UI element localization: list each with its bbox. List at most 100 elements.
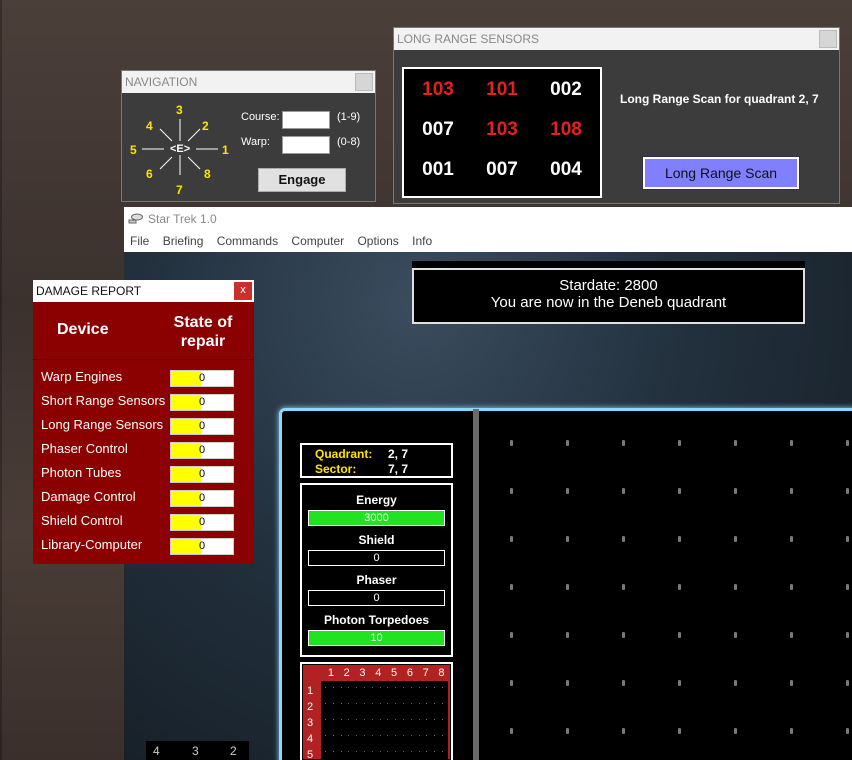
minimap-col-label: 2 bbox=[343, 667, 350, 679]
minimap-dot bbox=[364, 735, 365, 736]
minimap-dot bbox=[325, 751, 326, 752]
minimap-grid[interactable] bbox=[321, 681, 448, 759]
screen-divider bbox=[473, 409, 479, 760]
compass-7[interactable]: 7 bbox=[176, 183, 183, 197]
minimap-dot bbox=[348, 719, 350, 720]
sector-dot bbox=[734, 488, 737, 494]
damage-close-button[interactable]: x bbox=[234, 282, 252, 300]
sector-dot bbox=[678, 584, 681, 590]
damage-device-label: Short Range Sensors bbox=[41, 393, 166, 408]
quadrant-label: Quadrant: bbox=[315, 447, 373, 461]
compass-3[interactable]: 3 bbox=[176, 103, 183, 117]
compass-1[interactable]: 1 bbox=[222, 143, 229, 157]
minimap-dot bbox=[379, 687, 381, 688]
minimap-dot bbox=[395, 751, 397, 752]
damage-repair-fill bbox=[171, 419, 201, 434]
location-panel: Quadrant: 2, 7 Sector: 7, 7 bbox=[300, 443, 453, 478]
lrs-window-button[interactable] bbox=[819, 30, 837, 48]
sector-dot bbox=[846, 680, 849, 686]
compass-5[interactable]: 5 bbox=[130, 143, 137, 157]
sector-dot bbox=[846, 488, 849, 494]
minimap-dot bbox=[356, 735, 358, 736]
menu-info[interactable]: Info bbox=[412, 234, 432, 248]
minimap-dot bbox=[356, 687, 358, 688]
menu-computer[interactable]: Computer bbox=[291, 234, 344, 248]
minimap-dot bbox=[410, 687, 412, 688]
minimap-dot bbox=[387, 703, 389, 704]
damage-repair-text: 0 bbox=[198, 516, 206, 528]
minimap-dot bbox=[340, 751, 342, 752]
minimap-dot bbox=[426, 687, 428, 688]
sector-dot bbox=[734, 680, 737, 686]
damage-repair-value: 0 bbox=[170, 490, 234, 507]
minimap-dot bbox=[340, 687, 342, 688]
damage-report-window: DAMAGE REPORT x Device State of repair W… bbox=[33, 280, 254, 564]
sector-dot bbox=[510, 584, 513, 590]
minimap-dot bbox=[418, 703, 420, 704]
minimap-dot bbox=[418, 751, 420, 752]
minimap-dot bbox=[442, 703, 443, 704]
menu-bar: File Briefing Commands Computer Options … bbox=[124, 231, 852, 252]
lrs-titlebar[interactable]: LONG RANGE SENSORS bbox=[394, 28, 839, 50]
sector-dot bbox=[510, 536, 513, 542]
sector-label: Sector: bbox=[315, 462, 357, 476]
minimap-dot bbox=[348, 735, 350, 736]
damage-title: DAMAGE REPORT bbox=[36, 284, 142, 298]
minimap-dot bbox=[410, 751, 412, 752]
minimap-dot bbox=[395, 719, 397, 720]
minimap-dot bbox=[387, 687, 389, 688]
minimap-frame: 12345678 12345 bbox=[303, 665, 450, 760]
navigation-window-button[interactable] bbox=[355, 73, 373, 91]
sector-dot bbox=[678, 488, 681, 494]
long-range-scan-button[interactable]: Long Range Scan bbox=[642, 156, 800, 190]
sector-dot bbox=[846, 440, 849, 446]
sector-dot bbox=[790, 488, 793, 494]
bottom-indicator-3: 2 bbox=[230, 744, 237, 758]
sector-dot bbox=[734, 440, 737, 446]
damage-repair-value: 0 bbox=[170, 514, 234, 531]
engage-button[interactable]: Engage bbox=[258, 168, 346, 192]
sector-dot bbox=[846, 728, 849, 734]
minimap-dot bbox=[434, 751, 436, 752]
warp-input[interactable] bbox=[282, 136, 330, 154]
minimap-dot bbox=[434, 703, 436, 704]
minimap-dot bbox=[395, 735, 397, 736]
state-column-header: State of repair bbox=[173, 314, 233, 350]
damage-repair-text: 0 bbox=[198, 396, 206, 408]
course-input[interactable] bbox=[282, 111, 330, 129]
torpedo-label: Photon Torpedoes bbox=[323, 613, 430, 627]
app-titlebar[interactable]: Star Trek 1.0 bbox=[124, 207, 852, 231]
sector-dot bbox=[734, 536, 737, 542]
short-range-sector-grid[interactable] bbox=[480, 412, 852, 760]
compass-4[interactable]: 4 bbox=[146, 119, 153, 133]
minimap-dot bbox=[434, 735, 436, 736]
lrs-caption: Long Range Scan for quadrant 2, 7 bbox=[620, 92, 819, 106]
sector-dot bbox=[566, 680, 569, 686]
warp-label: Warp: bbox=[241, 136, 270, 148]
compass-6[interactable]: 6 bbox=[146, 167, 153, 181]
minimap-dot bbox=[364, 703, 365, 704]
menu-file[interactable]: File bbox=[130, 234, 149, 248]
minimap-dot bbox=[418, 719, 420, 720]
minimap-dot bbox=[426, 703, 428, 704]
minimap-dot bbox=[356, 719, 358, 720]
navigation-titlebar[interactable]: NAVIGATION bbox=[122, 71, 375, 93]
menu-options[interactable]: Options bbox=[357, 234, 398, 248]
lrs-cell-9: 004 bbox=[550, 159, 582, 180]
compass-8[interactable]: 8 bbox=[204, 167, 211, 181]
sector-dot bbox=[622, 728, 625, 734]
damage-titlebar[interactable]: DAMAGE REPORT x bbox=[33, 280, 254, 302]
minimap-row-label: 4 bbox=[307, 733, 314, 745]
sector-dot bbox=[566, 440, 569, 446]
menu-briefing[interactable]: Briefing bbox=[163, 234, 204, 248]
menu-commands[interactable]: Commands bbox=[217, 234, 278, 248]
minimap-dot bbox=[364, 687, 365, 688]
damage-repair-fill bbox=[171, 491, 201, 506]
damage-repair-fill bbox=[171, 539, 201, 554]
minimap-col-label: 4 bbox=[375, 667, 382, 679]
damage-repair-text: 0 bbox=[198, 468, 206, 480]
compass-2[interactable]: 2 bbox=[202, 119, 209, 133]
damage-repair-value: 0 bbox=[170, 418, 234, 435]
damage-device-label: Shield Control bbox=[41, 513, 123, 528]
damage-repair-value: 0 bbox=[170, 538, 234, 555]
